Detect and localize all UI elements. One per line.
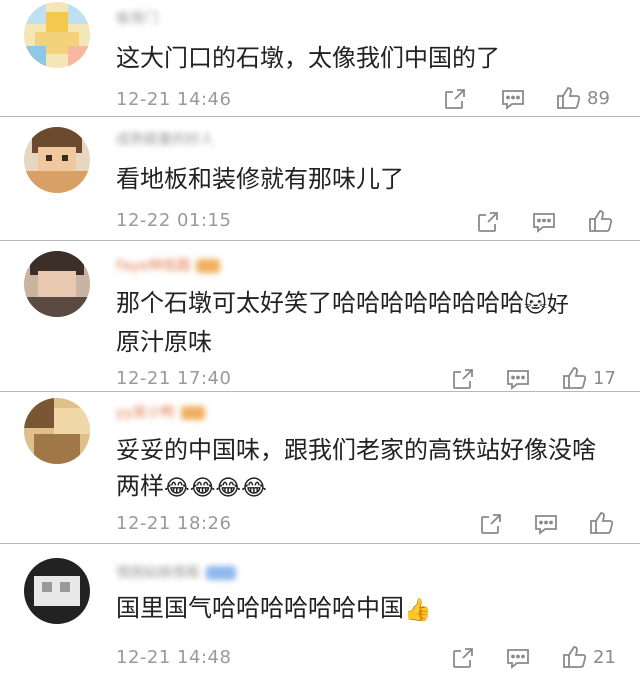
comment-icon bbox=[535, 515, 557, 535]
comment-item: Faye林桂圆 那个石墩可太好笑了哈哈哈哈哈哈哈哈🐱好 原汁原味 12-21 1… bbox=[0, 241, 640, 392]
username[interactable]: 偷哥门 bbox=[116, 8, 158, 28]
share-icon bbox=[481, 514, 501, 534]
comment-icon bbox=[533, 213, 555, 233]
username[interactable]: 借困姑娘借贩 bbox=[116, 562, 236, 582]
username[interactable]: 成熟稳重的好人 bbox=[116, 129, 214, 149]
comment-text: 那个石墩可太好笑了哈哈哈哈哈哈哈哈🐱好 原汁原味 bbox=[116, 289, 569, 356]
username[interactable]: Faye林桂圆 bbox=[116, 255, 221, 275]
repost-button[interactable] bbox=[443, 86, 467, 112]
comment-date: 12-21 17:40 bbox=[116, 368, 232, 389]
like-count: 17 bbox=[593, 367, 616, 389]
comment-item: yy吴小鸭 妥妥的中国味，跟我们老家的高铁站好像没啥 两样😂😂😂😂 12-21 … bbox=[0, 392, 640, 544]
repost-button[interactable] bbox=[451, 366, 475, 392]
avatar[interactable] bbox=[24, 127, 90, 193]
vip-badge bbox=[196, 259, 221, 273]
like-count: 21 bbox=[593, 646, 616, 668]
avatar[interactable] bbox=[24, 2, 90, 68]
thumbs-up-icon bbox=[563, 646, 587, 668]
reply-button[interactable] bbox=[531, 209, 557, 235]
comment-item: 偷哥门 这大门口的石墩，太像我们中国的了 12-21 14:46 89 bbox=[0, 0, 640, 117]
emoji: 🐱好 bbox=[524, 293, 569, 318]
avatar[interactable] bbox=[24, 398, 90, 464]
share-icon bbox=[478, 212, 498, 232]
comment-item: 成熟稳重的好人 看地板和装修就有那味儿了 12-22 01:15 bbox=[0, 117, 640, 241]
like-button[interactable] bbox=[587, 208, 619, 234]
thumbs-up-icon bbox=[590, 512, 614, 534]
share-icon bbox=[453, 648, 473, 668]
thumbs-up-icon bbox=[563, 367, 587, 389]
like-button[interactable]: 21 bbox=[561, 644, 616, 670]
avatar[interactable] bbox=[24, 251, 90, 317]
comment-date: 12-22 01:15 bbox=[116, 210, 232, 231]
reply-button[interactable] bbox=[533, 511, 559, 537]
repost-button[interactable] bbox=[479, 511, 503, 537]
reply-button[interactable] bbox=[500, 86, 526, 112]
comment-text: 这大门口的石墩，太像我们中国的了 bbox=[116, 44, 500, 72]
comment-text: 国里国气哈哈哈哈哈哈中国👍 bbox=[116, 594, 432, 623]
member-badge bbox=[206, 566, 236, 580]
share-icon bbox=[453, 369, 473, 389]
comment-icon bbox=[507, 649, 529, 669]
emoji: 👍 bbox=[404, 598, 432, 623]
repost-button[interactable] bbox=[451, 645, 475, 671]
reply-button[interactable] bbox=[505, 645, 531, 671]
comment-icon bbox=[507, 370, 529, 390]
avatar[interactable] bbox=[24, 558, 90, 624]
comment-icon bbox=[502, 90, 524, 110]
reply-button[interactable] bbox=[505, 366, 531, 392]
thumbs-up-icon bbox=[589, 210, 613, 232]
comment-item: 借困姑娘借贩 国里国气哈哈哈哈哈哈中国👍 12-21 14:48 21 bbox=[0, 544, 640, 683]
like-button[interactable] bbox=[588, 510, 620, 536]
vip-badge bbox=[180, 406, 205, 420]
comment-date: 12-21 14:46 bbox=[116, 89, 232, 110]
like-button[interactable]: 89 bbox=[555, 85, 610, 111]
thumbs-up-icon bbox=[557, 87, 581, 109]
like-button[interactable]: 17 bbox=[561, 365, 616, 391]
repost-button[interactable] bbox=[476, 209, 500, 235]
comment-text: 看地板和装修就有那味儿了 bbox=[116, 165, 404, 193]
username[interactable]: yy吴小鸭 bbox=[116, 402, 205, 422]
emoji: 😂😂😂😂 bbox=[164, 476, 267, 501]
like-count: 89 bbox=[587, 87, 610, 109]
share-icon bbox=[445, 89, 465, 109]
comment-text: 妥妥的中国味，跟我们老家的高铁站好像没啥 两样😂😂😂😂 bbox=[116, 436, 596, 501]
comment-date: 12-21 14:48 bbox=[116, 647, 232, 668]
comment-date: 12-21 18:26 bbox=[116, 513, 232, 534]
